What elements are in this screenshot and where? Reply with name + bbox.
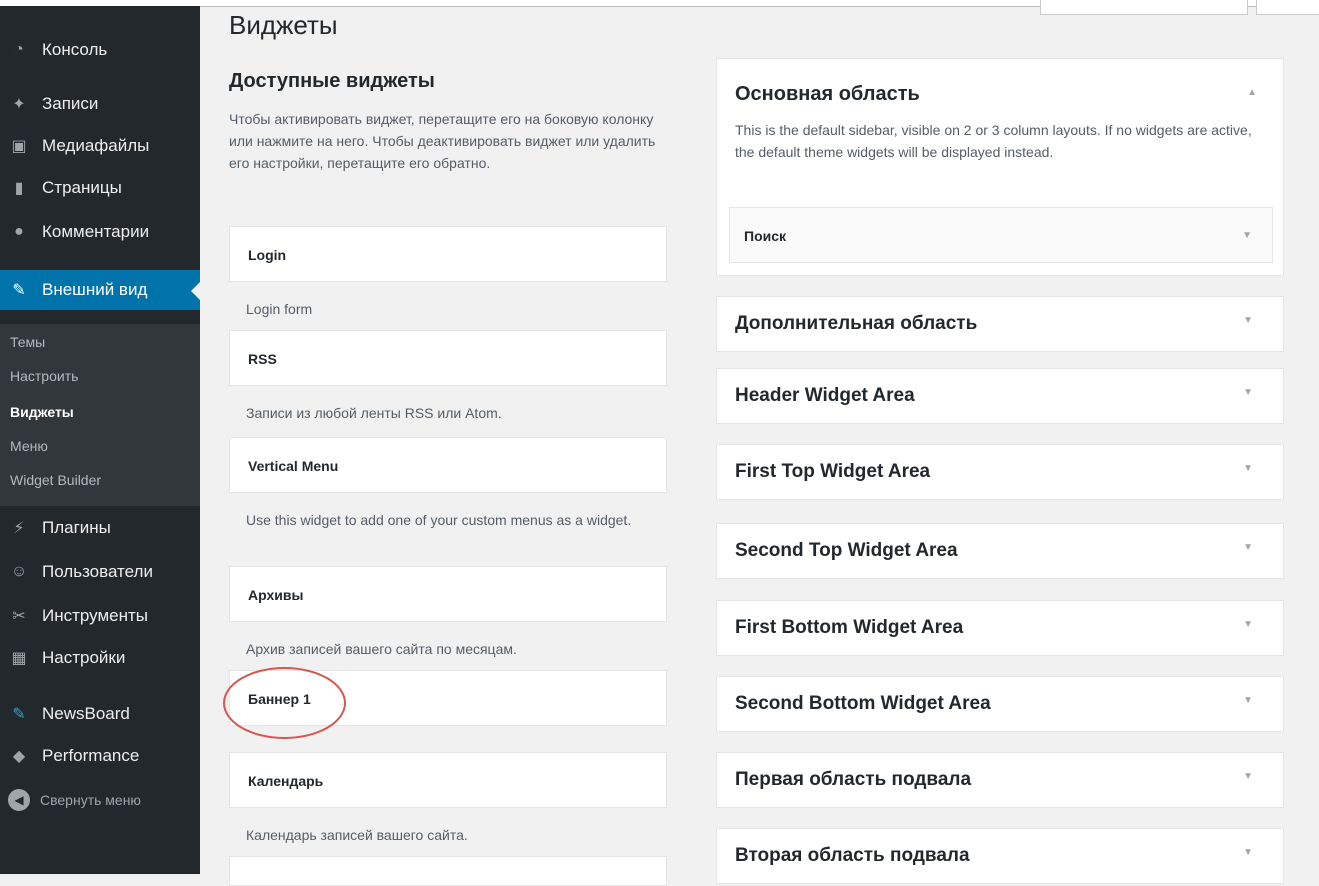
widget-search[interactable]: Поиск ▼ xyxy=(729,207,1273,263)
widget-description: Записи из любой ленты RSS или Atom. xyxy=(246,405,502,421)
sidebar-item-comments[interactable]: ● Комментарии xyxy=(0,212,200,252)
sidebar-item-media[interactable]: ▣ Медиафайлы xyxy=(0,126,200,166)
sidebar-item-performance[interactable]: ◆ Performance xyxy=(0,736,200,776)
available-widgets-description: Чтобы активировать виджет, перетащите ег… xyxy=(229,111,656,171)
submenu-item-widget-builder[interactable]: Widget Builder xyxy=(10,472,101,488)
sidebar-item-label: Пользователи xyxy=(42,562,153,581)
sidebar-item-label: NewsBoard xyxy=(42,704,130,723)
sidebar-item-plugins[interactable]: ⚡ Плагины xyxy=(0,508,200,548)
submenu-item-customize[interactable]: Настроить xyxy=(10,368,78,384)
chevron-down-icon[interactable]: ▼ xyxy=(1243,619,1253,630)
widget-archives[interactable]: Архивы xyxy=(229,566,667,622)
admin-sidebar: ◔ Консоль ✦ Записи ▣ Медиафайлы ▮ Страни… xyxy=(0,6,200,874)
highlight-ellipse xyxy=(223,667,346,739)
widget-login[interactable]: Login xyxy=(229,226,667,282)
sidebar-area[interactable]: Header Widget Area ▼ xyxy=(716,368,1284,424)
submenu-item-menus[interactable]: Меню xyxy=(10,438,48,454)
collapse-menu-label: Свернуть меню xyxy=(40,792,141,808)
widget-description: Login form xyxy=(246,301,313,317)
widget-title: RSS xyxy=(248,351,277,367)
sidebar-area-title: First Top Widget Area xyxy=(735,461,931,482)
sidebar-area-title: First Bottom Widget Area xyxy=(735,617,964,638)
submenu-item-themes[interactable]: Темы xyxy=(10,334,45,350)
sidebar-item-newsboard[interactable]: ✎ NewsBoard xyxy=(0,694,200,734)
sidebar-item-settings[interactable]: ▦ Настройки xyxy=(0,638,200,678)
sidebar-area-title: Первая область подвала xyxy=(735,769,972,790)
sidebar-item-pages[interactable]: ▮ Страницы xyxy=(0,168,200,208)
performance-icon: ◆ xyxy=(12,748,26,765)
widget-rss[interactable]: RSS xyxy=(229,330,667,386)
widget-title: Поиск xyxy=(744,228,787,244)
available-widgets-title: Доступные виджеты xyxy=(229,70,435,92)
widget-title: Login xyxy=(248,247,287,263)
chevron-down-icon[interactable]: ▼ xyxy=(1243,542,1253,553)
sidebar-area-title: Second Top Widget Area xyxy=(735,540,958,561)
sidebar-area[interactable]: First Top Widget Area ▼ xyxy=(716,444,1284,500)
widget-calendar[interactable]: Календарь xyxy=(229,752,667,808)
sidebar-item-users[interactable]: ☺ Пользователи xyxy=(0,552,200,592)
sidebar-area-title: Вторая область подвала xyxy=(735,845,970,866)
media-icon: ▣ xyxy=(11,138,27,155)
chevron-up-icon[interactable]: ▲ xyxy=(1247,87,1257,98)
sidebar-item-tools[interactable]: ✂ Инструменты xyxy=(0,596,200,636)
sidebar-item-label: Страницы xyxy=(42,178,122,197)
sidebar-item-label: Настройки xyxy=(42,648,126,667)
sidebar-area[interactable]: Дополнительная область ▼ xyxy=(716,296,1284,352)
sidebar-item-label: Консоль xyxy=(42,40,108,59)
sidebar-item-label: Performance xyxy=(42,746,140,765)
chevron-down-icon[interactable]: ▼ xyxy=(1243,463,1253,474)
sidebar-area-title: Second Bottom Widget Area xyxy=(735,693,991,714)
users-icon: ☺ xyxy=(10,563,28,580)
chevron-down-icon[interactable]: ▼ xyxy=(1243,387,1253,398)
widget-description: Календарь записей вашего сайта. xyxy=(246,827,468,843)
sidebar-area-title: Основная область xyxy=(735,83,920,105)
sidebar-item-label: Внешний вид xyxy=(42,280,148,299)
screen-options-button[interactable] xyxy=(1040,0,1248,15)
sidebar-area-main[interactable]: Основная область ▲ This is the default s… xyxy=(716,58,1284,276)
settings-icon: ▦ xyxy=(11,650,27,667)
sidebar-area-description: This is the default sidebar, visible on … xyxy=(735,122,1252,160)
sidebar-item-appearance[interactable]: ✎ Внешний вид xyxy=(0,270,200,310)
page-icon: ▮ xyxy=(14,180,24,197)
widget-description: Архив записей вашего сайта по месяцам. xyxy=(246,641,517,657)
chevron-down-icon[interactable]: ▼ xyxy=(1243,315,1253,326)
dashboard-icon: ◔ xyxy=(14,41,24,58)
sidebar-area[interactable]: Second Top Widget Area ▼ xyxy=(716,523,1284,579)
pin-icon: ✦ xyxy=(12,96,26,113)
widget-title: Календарь xyxy=(248,773,324,789)
comment-icon: ● xyxy=(14,223,24,240)
widget-vertical-menu[interactable]: Vertical Menu xyxy=(229,437,667,493)
sidebar-item-label: Инструменты xyxy=(42,606,149,625)
page-title: Виджеты xyxy=(229,10,338,40)
sidebar-area[interactable]: Second Bottom Widget Area ▼ xyxy=(716,676,1284,732)
sidebar-area[interactable]: First Bottom Widget Area ▼ xyxy=(716,600,1284,656)
sidebar-item-label: Плагины xyxy=(42,518,111,537)
widget-title: Архивы xyxy=(248,587,304,603)
widget-title: Vertical Menu xyxy=(248,458,339,474)
collapse-menu-button[interactable]: ◀ Свернуть меню xyxy=(0,780,200,820)
sidebar-item-console[interactable]: ◔ Консоль xyxy=(0,30,200,70)
sidebar-area-title: Дополнительная область xyxy=(735,313,978,334)
widget-description: Use this widget to add one of your custo… xyxy=(246,512,632,528)
sidebar-item-label: Комментарии xyxy=(42,222,150,241)
sidebar-item-posts[interactable]: ✦ Записи xyxy=(0,84,200,124)
tools-icon: ✂ xyxy=(12,608,26,625)
sidebar-area[interactable]: Первая область подвала ▼ xyxy=(716,752,1284,808)
sidebar-item-label: Записи xyxy=(42,94,99,113)
widget-partial[interactable] xyxy=(229,856,667,886)
chevron-down-icon[interactable]: ▼ xyxy=(1243,695,1253,706)
sidebar-item-label: Медиафайлы xyxy=(42,136,150,155)
plugin-icon: ⚡ xyxy=(13,520,25,537)
collapse-icon: ◀ xyxy=(8,789,30,811)
chevron-down-icon[interactable]: ▼ xyxy=(1242,230,1252,241)
submenu-item-widgets[interactable]: Виджеты xyxy=(10,404,74,420)
appearance-submenu: Темы Настроить Виджеты Меню Widget Build… xyxy=(0,324,200,506)
brush-icon: ✎ xyxy=(12,282,26,299)
sidebar-area[interactable]: Вторая область подвала ▼ xyxy=(716,828,1284,884)
newsboard-icon: ✎ xyxy=(12,706,26,723)
help-button[interactable] xyxy=(1256,0,1319,15)
chevron-down-icon[interactable]: ▼ xyxy=(1243,847,1253,858)
sidebar-area-title: Header Widget Area xyxy=(735,385,915,406)
chevron-down-icon[interactable]: ▼ xyxy=(1243,771,1253,782)
